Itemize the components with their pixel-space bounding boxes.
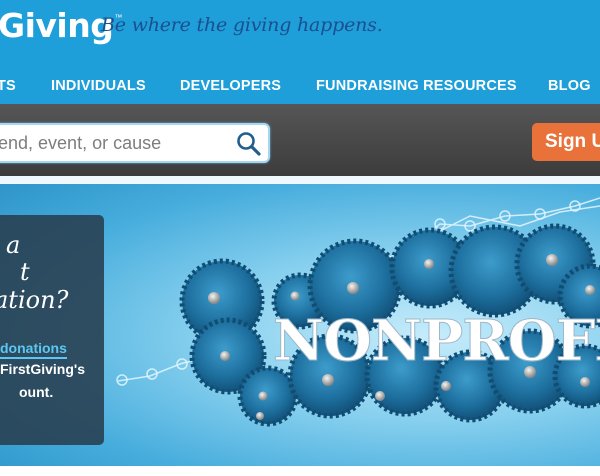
promo-headline-line3: ation? <box>0 286 69 314</box>
search-input[interactable] <box>0 125 232 161</box>
nav-item-nonprofits[interactable]: TS <box>0 78 16 94</box>
promo-text-line2: ount. <box>19 384 54 400</box>
site-header: Giving ™ Be where the giving happens. TS… <box>0 0 600 104</box>
hero-word: NONPROFI <box>273 308 600 374</box>
main-nav: TS INDIVIDUALS DEVELOPERS FUNDRAISING RE… <box>0 68 600 104</box>
bottom-strip <box>0 466 600 476</box>
nav-item-fundraising-resources[interactable]: FUNDRAISING RESOURCES <box>316 78 517 94</box>
promo-headline-line2: t <box>20 258 30 286</box>
tagline: Be where the giving happens. <box>101 14 383 36</box>
search-box <box>0 123 270 163</box>
promo-headline-line1: a <box>6 231 21 259</box>
promo-donations-link[interactable]: donations <box>0 340 67 359</box>
promo-text-line1: FirstGiving's <box>0 361 86 377</box>
nav-item-blog[interactable]: BLOG <box>548 78 591 94</box>
logo-text: Giving <box>0 6 114 45</box>
search-icon[interactable] <box>236 131 262 157</box>
nav-item-developers[interactable]: DEVELOPERS <box>180 78 281 94</box>
sign-up-button[interactable]: Sign U <box>532 123 600 161</box>
promo-panel: a t ation? donations FirstGiving's ount. <box>0 215 104 445</box>
hero-top-divider <box>0 176 600 184</box>
nav-item-individuals[interactable]: INDIVIDUALS <box>51 78 146 94</box>
search-bar <box>0 104 600 176</box>
